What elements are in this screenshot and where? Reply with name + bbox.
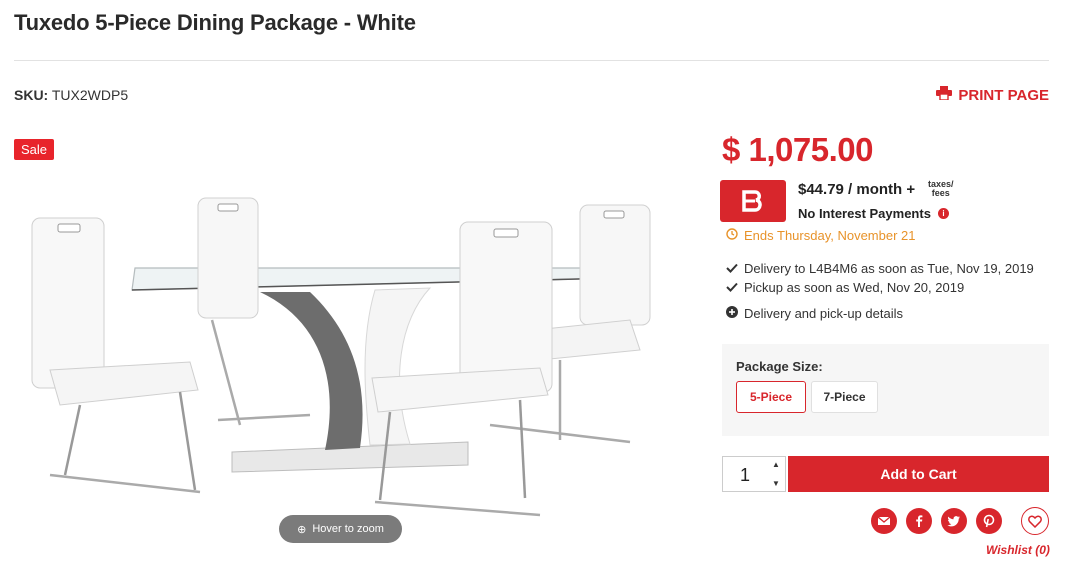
quantity-stepper[interactable]: 1 ▲ ▼: [722, 456, 786, 492]
zoom-icon: ⊕: [297, 523, 307, 536]
sale-badge: Sale: [14, 139, 55, 160]
add-to-cart-button[interactable]: Add to Cart: [788, 456, 1049, 492]
zoom-hint-label: Hover to zoom: [312, 523, 384, 535]
clock-icon: [726, 228, 738, 243]
financing-offer: $44.79 / month + taxes/ fees No Interest…: [720, 179, 1040, 223]
package-size-selector: Package Size: 5-Piece 7-Piece: [722, 344, 1049, 436]
print-page-label: PRINT PAGE: [958, 86, 1049, 104]
heart-icon: [1028, 515, 1042, 528]
taxes-fees-note: taxes/ fees: [928, 180, 954, 198]
twitter-share-button[interactable]: [941, 508, 967, 534]
facebook-share-button[interactable]: [906, 508, 932, 534]
product-image[interactable]: [20, 180, 680, 525]
product-price: $ 1,075.00: [722, 131, 873, 168]
email-icon: [877, 516, 891, 525]
fees-line: fees: [931, 188, 950, 198]
plus-circle-icon: [726, 306, 738, 321]
delivery-details-link[interactable]: Delivery and pick-up details: [726, 306, 903, 321]
no-interest-line: No Interest Payments i: [798, 206, 949, 221]
no-interest-label: No Interest Payments: [798, 206, 931, 221]
title-divider: [14, 60, 1049, 61]
offer-ends: Ends Thursday, November 21: [726, 228, 916, 243]
page-title: Tuxedo 5-Piece Dining Package - White: [14, 10, 416, 35]
info-icon[interactable]: i: [937, 208, 949, 219]
monthly-payment: $44.79 / month +: [798, 181, 916, 198]
package-size-label: Package Size:: [736, 359, 823, 374]
checkmark-icon: [726, 261, 738, 276]
offer-ends-label: Ends Thursday, November 21: [744, 228, 916, 243]
pickup-info: Pickup as soon as Wed, Nov 20, 2019: [726, 280, 964, 295]
delivery-label: Delivery to L4B4M6 as soon as Tue, Nov 1…: [744, 261, 1034, 276]
financing-logo: [720, 180, 786, 222]
sku-line: SKU: TUX2WDP5: [14, 87, 128, 103]
email-share-button[interactable]: [871, 508, 897, 534]
package-option-7-piece[interactable]: 7-Piece: [811, 381, 878, 413]
printer-icon: [936, 86, 953, 104]
pinterest-share-button[interactable]: [976, 508, 1002, 534]
delivery-info: Delivery to L4B4M6 as soon as Tue, Nov 1…: [726, 261, 1034, 276]
quantity-value[interactable]: 1: [740, 465, 750, 486]
sku-label: SKU:: [14, 87, 49, 103]
twitter-icon: [947, 516, 960, 527]
quantity-arrows: ▲ ▼: [769, 460, 783, 488]
decrement-arrow-icon[interactable]: ▼: [772, 479, 780, 488]
sku-value: TUX2WDP5: [51, 87, 129, 103]
hover-to-zoom-hint: ⊕ Hover to zoom: [279, 515, 402, 543]
wishlist-link[interactable]: Wishlist (0): [986, 543, 1050, 557]
increment-arrow-icon[interactable]: ▲: [772, 460, 780, 469]
pinterest-icon: [983, 514, 995, 528]
delivery-details-label: Delivery and pick-up details: [744, 306, 903, 321]
facebook-icon: [916, 515, 923, 527]
wishlist-button[interactable]: [1021, 507, 1049, 535]
financing-b-icon: [742, 190, 762, 212]
package-option-5-piece[interactable]: 5-Piece: [736, 381, 806, 413]
checkmark-icon: [726, 280, 738, 295]
print-page-button[interactable]: PRINT PAGE: [936, 86, 1049, 104]
pickup-label: Pickup as soon as Wed, Nov 20, 2019: [744, 280, 965, 295]
